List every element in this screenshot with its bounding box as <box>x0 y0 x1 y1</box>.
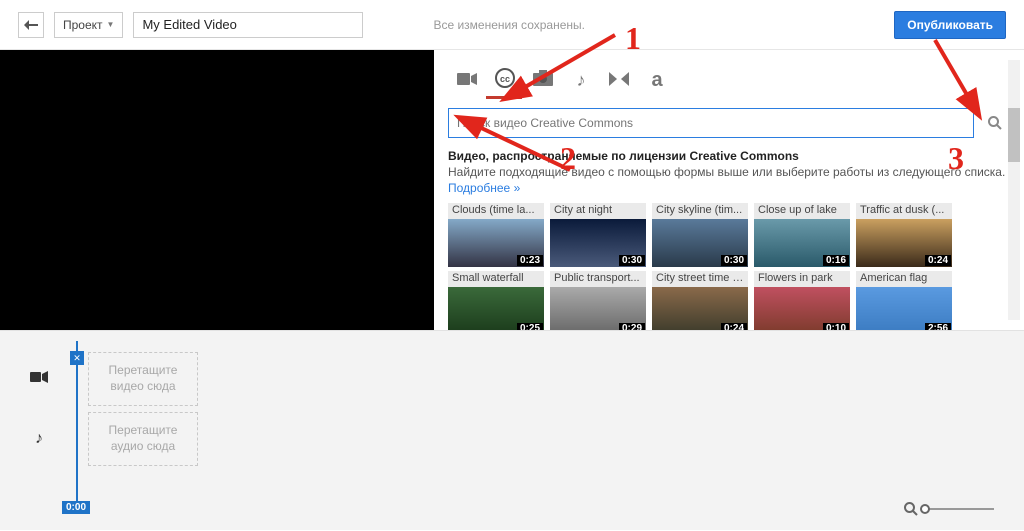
thumb-title: Flowers in park <box>754 271 850 287</box>
search-icon <box>904 502 918 516</box>
thumb-title: Traffic at dusk (... <box>856 203 952 219</box>
search-input[interactable] <box>448 108 974 138</box>
video-title-input[interactable] <box>133 12 363 38</box>
video-thumbnail[interactable]: Flowers in park0:10 <box>754 271 850 335</box>
thumb-image: 0:29 <box>550 287 646 335</box>
project-label: Проект <box>63 18 103 32</box>
thumb-title: American flag <box>856 271 952 287</box>
video-thumbnail[interactable]: Public transport...0:29 <box>550 271 646 335</box>
video-thumbnail[interactable]: City skyline (tim... 0:30 <box>652 203 748 267</box>
tab-audio[interactable]: ♪ <box>562 62 600 98</box>
thumb-image: 0:23 <box>448 219 544 267</box>
audio-drop-zone[interactable]: Перетащите аудио сюда <box>88 412 198 465</box>
top-bar: Проект ▼ Все изменения сохранены. Опубли… <box>0 0 1024 50</box>
thumb-duration: 0:30 <box>619 255 645 266</box>
video-thumbnail[interactable]: American flag2:56 <box>856 271 952 335</box>
arrow-left-icon <box>24 20 38 30</box>
cc-info-title: Видео, распространяемые по лицензии Crea… <box>448 148 1010 164</box>
thumb-title: City at night <box>550 203 646 219</box>
video-thumbnail[interactable]: City street time l...0:24 <box>652 271 748 335</box>
thumb-title: City street time l... <box>652 271 748 287</box>
cc-info-desc: Найдите подходящие видео с помощью формы… <box>448 165 1005 179</box>
thumb-title: Close up of lake <box>754 203 850 219</box>
transition-icon <box>609 70 629 91</box>
video-camera-icon <box>28 370 50 388</box>
timeline: ✕ 0:00 Перетащите видео сюда ♪ Перетащит… <box>0 330 1024 530</box>
project-dropdown[interactable]: Проект ▼ <box>54 12 123 38</box>
music-note-icon: ♪ <box>28 430 50 448</box>
audio-track: ♪ Перетащите аудио сюда <box>28 409 996 469</box>
video-thumbnail[interactable]: Small waterfall0:25 <box>448 271 544 335</box>
playhead-handle[interactable]: ✕ <box>70 351 84 365</box>
thumb-image: 2:56 <box>856 287 952 335</box>
tab-transitions[interactable] <box>600 62 638 98</box>
video-thumbnail[interactable]: Clouds (time la... 0:23 <box>448 203 544 267</box>
thumb-image: 0:30 <box>652 219 748 267</box>
thumb-duration: 0:24 <box>925 255 951 266</box>
thumb-image: 0:30 <box>550 219 646 267</box>
playhead-time: 0:00 <box>62 501 90 514</box>
music-note-icon: ♪ <box>577 70 586 91</box>
thumb-image: 0:16 <box>754 219 850 267</box>
thumb-image: 0:10 <box>754 287 850 335</box>
back-button[interactable] <box>18 12 44 38</box>
thumb-title: Public transport... <box>550 271 646 287</box>
thumb-title: Clouds (time la... <box>448 203 544 219</box>
zoom-slider[interactable] <box>924 508 994 510</box>
playhead-line[interactable] <box>76 341 78 501</box>
thumb-image: 0:24 <box>856 219 952 267</box>
camera-icon <box>533 70 553 91</box>
zoom-control[interactable] <box>904 502 994 516</box>
tab-photos[interactable] <box>524 62 562 98</box>
search-row <box>448 108 1010 138</box>
cc-more-link[interactable]: Подробнее » <box>448 181 520 195</box>
thumb-title: City skyline (tim... <box>652 203 748 219</box>
video-thumbnail[interactable]: Close up of lake 0:16 <box>754 203 850 267</box>
cc-info: Видео, распространяемые по лицензии Crea… <box>434 138 1024 203</box>
thumb-image: 0:25 <box>448 287 544 335</box>
scrollbar-track[interactable] <box>1008 60 1020 320</box>
search-button[interactable] <box>980 108 1010 138</box>
text-a-icon: a <box>651 69 662 92</box>
thumb-image: 0:24 <box>652 287 748 335</box>
media-library-pane: cc ♪ a Видео, распространяемые по лиценз… <box>434 50 1024 330</box>
publish-button[interactable]: Опубликовать <box>894 11 1006 39</box>
svg-text:cc: cc <box>500 74 510 84</box>
tab-creative-commons[interactable]: cc <box>486 62 524 98</box>
video-drop-zone[interactable]: Перетащите видео сюда <box>88 352 198 405</box>
video-thumbnail[interactable]: City at night 0:30 <box>550 203 646 267</box>
thumb-title: Small waterfall <box>448 271 544 287</box>
thumb-duration: 0:16 <box>823 255 849 266</box>
chevron-down-icon: ▼ <box>107 20 115 29</box>
saved-status: Все изменения сохранены. <box>433 18 585 32</box>
scrollbar-thumb[interactable] <box>1008 108 1020 162</box>
tab-text[interactable]: a <box>638 62 676 98</box>
main-area: cc ♪ a Видео, распространяемые по лиценз… <box>0 50 1024 330</box>
thumb-duration: 0:23 <box>517 255 543 266</box>
video-camera-icon <box>457 70 477 91</box>
search-icon <box>988 116 1002 130</box>
media-tabs: cc ♪ a <box>434 50 1024 98</box>
cc-icon: cc <box>495 68 515 93</box>
thumb-duration: 0:30 <box>721 255 747 266</box>
tab-camera[interactable] <box>448 62 486 98</box>
active-tab-indicator <box>486 96 522 99</box>
video-thumbnail[interactable]: Traffic at dusk (... 0:24 <box>856 203 952 267</box>
zoom-knob[interactable] <box>920 504 930 514</box>
video-track: Перетащите видео сюда <box>28 349 996 409</box>
video-preview <box>0 50 434 330</box>
